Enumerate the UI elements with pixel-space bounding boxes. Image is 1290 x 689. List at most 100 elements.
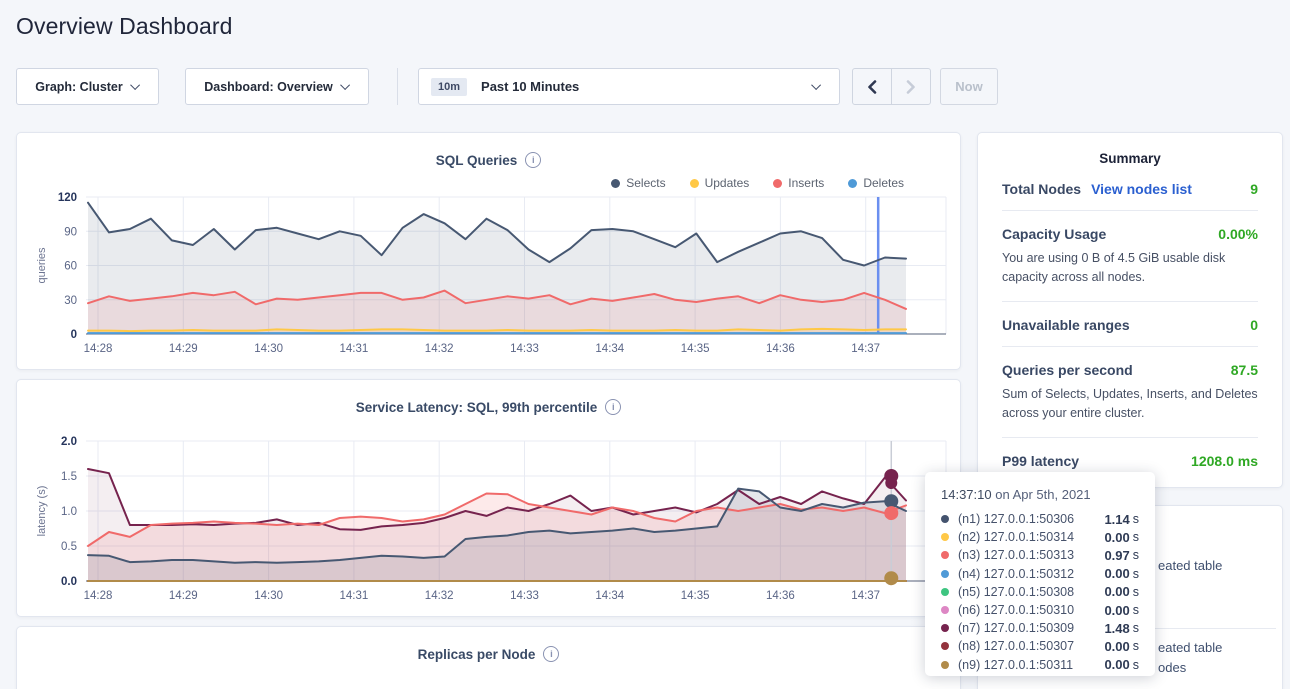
- y-tick-label: 1.0: [61, 506, 77, 518]
- time-window-label: Past 10 Minutes: [481, 79, 579, 94]
- chevron-right-icon: [906, 80, 916, 94]
- node-address: (n3) 127.0.0.1:50313: [958, 548, 1104, 562]
- x-tick-label: 14:36: [766, 343, 795, 355]
- x-tick-label: 14:29: [169, 590, 198, 602]
- time-prev-button[interactable]: [852, 68, 892, 105]
- node-address: (n6) 127.0.0.1:50310: [958, 603, 1104, 617]
- latency-unit: s: [1133, 530, 1139, 544]
- series-dot: [941, 624, 949, 632]
- chart-title: Service Latency: SQL, 99th percentile: [356, 400, 598, 415]
- capacity-value: 0.00%: [1218, 226, 1258, 242]
- graph-dropdown[interactable]: Graph: Cluster: [16, 68, 159, 105]
- x-tick-label: 14:33: [510, 590, 539, 602]
- sql-queries-card: SQL Queries i SelectsUpdatesInsertsDelet…: [16, 132, 961, 370]
- tooltip-row: (n8) 127.0.0.1:503070.00 s: [941, 637, 1139, 655]
- node-address: (n4) 127.0.0.1:50312: [958, 567, 1104, 581]
- legend-item-inserts[interactable]: Inserts: [773, 175, 824, 191]
- info-icon[interactable]: i: [543, 646, 559, 662]
- latency-value: 0.00: [1104, 603, 1129, 618]
- x-tick-label: 14:35: [681, 343, 710, 355]
- hover-point-dot: [884, 571, 898, 585]
- series-dot: [941, 606, 949, 614]
- x-tick-label: 14:28: [84, 343, 113, 355]
- x-tick-label: 14:28: [84, 590, 113, 602]
- node-address: (n9) 127.0.0.1:50311: [958, 658, 1104, 672]
- y-axis-label: latency (s): [36, 486, 48, 537]
- latency-unit: s: [1133, 548, 1139, 562]
- legend-item-deletes[interactable]: Deletes: [848, 175, 904, 191]
- view-nodes-list-link[interactable]: View nodes list: [1091, 181, 1192, 197]
- series-dot: [941, 551, 949, 559]
- tooltip-row: (n1) 127.0.0.1:503061.14s: [941, 510, 1139, 528]
- summary-title: Summary: [1002, 151, 1258, 166]
- chevron-down-icon: [811, 80, 821, 90]
- node-address: (n2) 127.0.0.1:50314: [958, 530, 1104, 544]
- latency-value: 1.48: [1104, 621, 1129, 636]
- latency-unit: s: [1133, 512, 1139, 526]
- legend-item-updates[interactable]: Updates: [690, 175, 750, 191]
- sql-queries-chart[interactable]: 030609012014:2814:2914:3014:3114:3214:33…: [33, 191, 953, 355]
- node-address: (n8) 127.0.0.1:50307: [958, 639, 1104, 653]
- legend-label: Updates: [705, 176, 750, 190]
- service-latency-card: Service Latency: SQL, 99th percentile i …: [16, 379, 961, 617]
- now-button[interactable]: Now: [940, 68, 998, 105]
- qps-label: Queries per second: [1002, 362, 1133, 378]
- node-address: (n5) 127.0.0.1:50308: [958, 585, 1104, 599]
- tooltip-row: (n5) 127.0.0.1:503080.00s: [941, 583, 1139, 601]
- legend-dot: [773, 179, 782, 188]
- x-tick-label: 14:32: [425, 590, 454, 602]
- graph-dropdown-label: Graph: Cluster: [35, 80, 123, 94]
- summary-row-capacity: Capacity Usage 0.00% You are using 0 B o…: [1002, 211, 1258, 302]
- x-tick-label: 14:31: [340, 343, 369, 355]
- legend-dot: [611, 179, 620, 188]
- time-next-button[interactable]: [891, 68, 931, 105]
- dashboard-dropdown-label: Dashboard: Overview: [204, 80, 333, 94]
- page-title: Overview Dashboard: [16, 13, 233, 40]
- hover-point-dot: [885, 477, 897, 489]
- node-address: (n1) 127.0.0.1:50306: [958, 512, 1104, 526]
- event-item-text[interactable]: eated table: [1158, 640, 1222, 655]
- y-tick-label: 0.5: [61, 541, 77, 553]
- x-tick-label: 14:30: [254, 343, 283, 355]
- summary-row-total-nodes: Total Nodes View nodes list 9: [1002, 166, 1258, 211]
- qps-desc: Sum of Selects, Updates, Inserts, and De…: [1002, 385, 1258, 424]
- hover-point-dot: [884, 506, 898, 520]
- unavailable-ranges-label: Unavailable ranges: [1002, 317, 1130, 333]
- node-address: (n7) 127.0.0.1:50309: [958, 621, 1104, 635]
- p99-latency-value: 1208.0 ms: [1191, 453, 1258, 469]
- legend-item-selects[interactable]: Selects: [611, 175, 665, 191]
- latency-unit: s: [1133, 658, 1139, 672]
- legend-label: Deletes: [863, 176, 904, 190]
- latency-value: 0.00: [1104, 639, 1129, 654]
- service-latency-chart[interactable]: 0.00.51.01.52.014:2814:2914:3014:3114:32…: [33, 432, 953, 602]
- info-icon[interactable]: i: [525, 152, 541, 168]
- latency-value: 0.00: [1104, 584, 1129, 599]
- p99-latency-label: P99 latency: [1002, 453, 1079, 469]
- tooltip-row: (n9) 127.0.0.1:503110.00s: [941, 656, 1139, 674]
- legend-dot: [690, 179, 699, 188]
- replicas-title-row: Replicas per Node i: [33, 641, 944, 667]
- x-tick-label: 14:35: [681, 590, 710, 602]
- x-tick-label: 14:34: [595, 590, 624, 602]
- chevron-left-icon: [867, 80, 877, 94]
- service-latency-title-row: Service Latency: SQL, 99th percentile i: [33, 394, 944, 420]
- event-item-text[interactable]: odes: [1158, 660, 1186, 675]
- y-tick-label: 90: [64, 226, 77, 238]
- info-icon[interactable]: i: [605, 399, 621, 415]
- latency-unit: s: [1133, 639, 1139, 653]
- dashboard-dropdown[interactable]: Dashboard: Overview: [185, 68, 369, 105]
- series-dot: [941, 588, 949, 596]
- x-tick-label: 14:29: [169, 343, 198, 355]
- total-nodes-value: 9: [1250, 181, 1258, 197]
- event-item-text[interactable]: eated table: [1158, 558, 1222, 573]
- time-range-picker[interactable]: 10m Past 10 Minutes: [418, 68, 840, 105]
- x-tick-label: 14:37: [851, 590, 880, 602]
- summary-card: Summary Total Nodes View nodes list 9 Ca…: [977, 132, 1283, 488]
- time-nav-group: [852, 68, 931, 105]
- y-tick-label: 30: [64, 295, 77, 307]
- latency-value: 0.00: [1104, 530, 1129, 545]
- tooltip-row: (n3) 127.0.0.1:503130.97s: [941, 546, 1139, 564]
- controls-divider: [397, 68, 398, 105]
- x-tick-label: 14:36: [766, 590, 795, 602]
- x-tick-label: 14:37: [851, 343, 880, 355]
